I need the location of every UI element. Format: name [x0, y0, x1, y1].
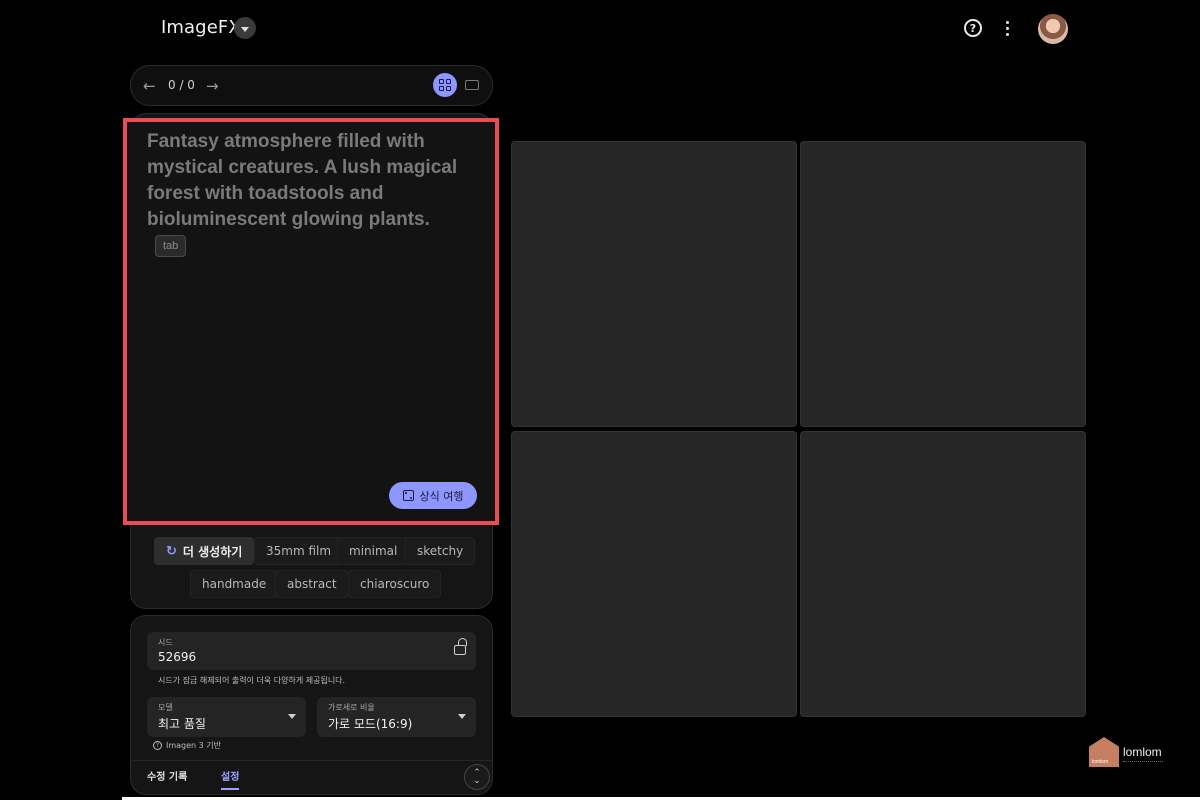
watermark-mark-text: lomlom	[1092, 759, 1109, 765]
surprise-me-button[interactable]: 상식 여행	[389, 482, 477, 509]
chevron-down-icon	[458, 714, 466, 719]
surprise-me-label: 상식 여행	[419, 489, 464, 503]
refresh-icon: ↻	[166, 543, 177, 559]
prev-arrow-icon[interactable]: ←	[143, 77, 156, 95]
result-counter: 0 / 0	[168, 78, 195, 92]
seed-label: 시드	[158, 638, 173, 647]
style-chip[interactable]: minimal	[337, 537, 410, 565]
image-placeholder[interactable]	[800, 141, 1086, 427]
app-menu-dropdown-button[interactable]	[234, 17, 256, 39]
avatar[interactable]	[1038, 14, 1068, 44]
dice-icon	[402, 490, 414, 501]
collapse-panel-button[interactable]: ⌃ ⌄	[464, 764, 490, 790]
chevron-down-icon	[288, 714, 296, 719]
style-chip[interactable]: chiaroscuro	[348, 570, 442, 598]
app-title: ImageFX	[161, 17, 241, 38]
seed-field[interactable]: 시드 52696	[147, 632, 476, 670]
divider	[131, 760, 492, 761]
image-placeholder[interactable]	[800, 431, 1086, 717]
help-icon[interactable]: ?	[964, 19, 982, 37]
generate-more-label: 더 생성하기	[182, 544, 243, 559]
grid-view-icon[interactable]	[433, 73, 457, 97]
active-tab-indicator	[221, 788, 239, 790]
model-select[interactable]: 모델 최고 품질	[147, 697, 306, 737]
tab-settings[interactable]: 설정	[221, 768, 239, 783]
style-chip[interactable]: 35mm film	[254, 537, 344, 565]
more-options-icon[interactable]	[998, 18, 1016, 38]
seed-hint: 시드가 잠금 해제되어 출력이 더욱 다양하게 제공됩니다.	[158, 676, 346, 685]
style-chip[interactable]: sketchy	[405, 537, 476, 565]
info-icon: ?	[153, 741, 162, 750]
style-chip[interactable]: abstract	[275, 570, 349, 598]
single-view-icon[interactable]	[465, 80, 479, 90]
model-label: 모델	[158, 703, 173, 712]
tab-history[interactable]: 수정 기록	[147, 768, 187, 783]
seed-value[interactable]: 52696	[158, 650, 196, 664]
watermark-text: lomlom	[1123, 745, 1162, 759]
tab-key-hint: tab	[155, 235, 187, 257]
unlock-icon[interactable]	[454, 638, 467, 655]
model-note-text: Imagen 3 기반	[166, 741, 222, 750]
model-value: 최고 품질	[158, 717, 206, 731]
aspect-ratio-select[interactable]: 가로세로 비율 가로 모드(16:9)	[317, 697, 476, 737]
next-arrow-icon[interactable]: →	[206, 77, 219, 95]
image-placeholder[interactable]	[511, 431, 797, 717]
generate-more-button[interactable]: ↻ 더 생성하기	[154, 537, 255, 565]
imagefx-app: ImageFX ? ← 0 / 0 → Fantasy atmosphere f…	[0, 0, 1200, 800]
image-placeholder[interactable]	[511, 141, 797, 427]
model-note: ? Imagen 3 기반	[153, 740, 221, 751]
chevron-down-icon: ⌄	[473, 776, 481, 786]
result-navigation-bar: ← 0 / 0 →	[130, 65, 493, 106]
watermark-underline	[1123, 761, 1163, 763]
aspect-ratio-label: 가로세로 비율	[328, 703, 375, 712]
aspect-ratio-value: 가로 모드(16:9)	[328, 717, 413, 731]
prompt-textarea[interactable]: Fantasy atmosphere filled with mystical …	[147, 129, 467, 259]
style-chip[interactable]: handmade	[190, 570, 279, 598]
prompt-placeholder-text: Fantasy atmosphere filled with mystical …	[147, 131, 458, 230]
